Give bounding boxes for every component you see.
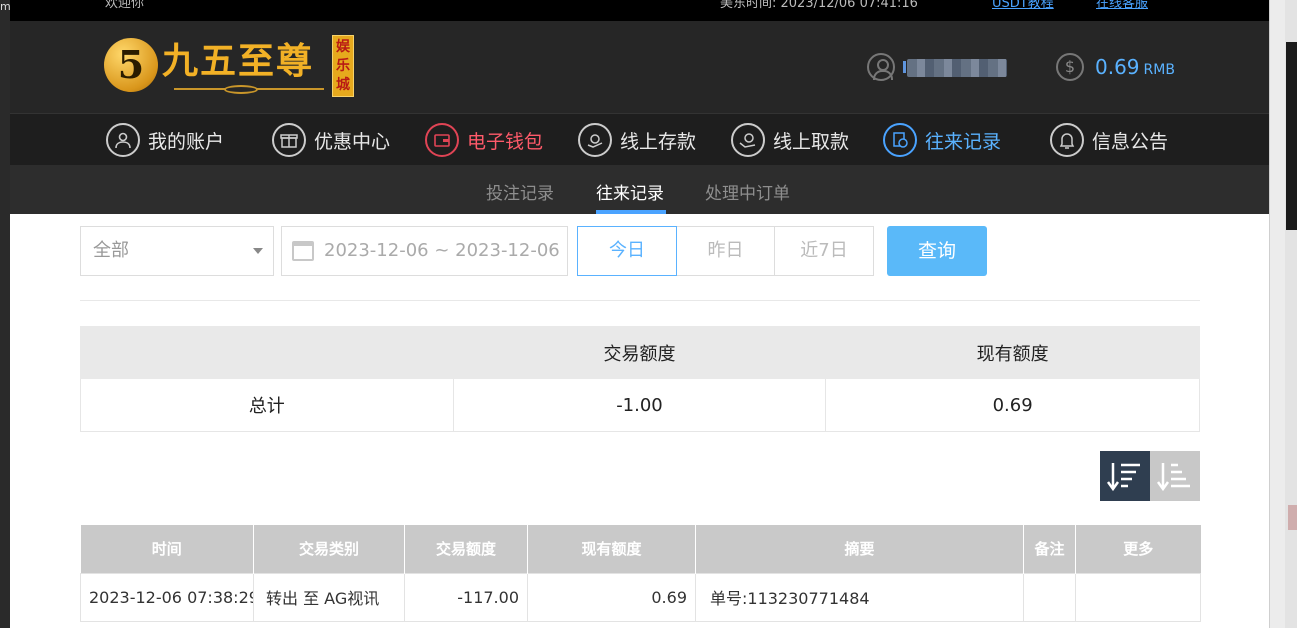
balance-display: 0.69 RMB [1095, 55, 1175, 79]
summary-header-amount: 交易额度 [452, 326, 827, 379]
welcome-text: 欢迎你 [105, 0, 145, 11]
active-tab-indicator [596, 210, 666, 214]
nav-transaction-records[interactable]: 往来记录 [883, 122, 1001, 158]
calendar-icon [292, 241, 314, 261]
nav-promotions[interactable]: 优惠中心 [272, 122, 390, 158]
balance-amount: 0.69 [1095, 55, 1140, 79]
sort-ascending-icon[interactable] [1150, 451, 1200, 501]
col-amount[interactable]: 交易额度 [404, 525, 528, 573]
summary-header-empty [80, 326, 454, 379]
logo-mark: 5 [104, 38, 158, 92]
tab-bet-records[interactable]: 投注记录 [486, 179, 554, 204]
summary-header-balance: 现有额度 [825, 326, 1200, 379]
sort-controls [1100, 451, 1200, 501]
withdraw-icon [731, 123, 765, 157]
cell-more[interactable] [1075, 572, 1201, 622]
wallet-icon [425, 123, 459, 157]
summary-table: 交易额度 现有额度 总计 -1.00 0.69 [80, 326, 1200, 432]
col-time[interactable]: 时间 [80, 525, 254, 573]
col-type[interactable]: 交易类别 [253, 525, 405, 573]
user-icon [106, 123, 140, 157]
last-7-days-button[interactable]: 近7日 [775, 226, 874, 276]
records-header-row: 时间 交易类别 交易额度 现有额度 摘要 备注 更多 [80, 525, 1201, 573]
summary-total-label: 总计 [80, 378, 454, 432]
tab-transaction-records[interactable]: 往来记录 [596, 179, 664, 204]
query-button[interactable]: 查询 [887, 226, 987, 276]
balance-unit: RMB [1143, 62, 1175, 78]
summary-total-balance: 0.69 [825, 378, 1200, 432]
gift-icon [272, 123, 306, 157]
cell-time: 2023-12-06 07:38:29 [80, 572, 254, 622]
records-table: 时间 交易类别 交易额度 现有额度 摘要 备注 更多 2023-12-06 07… [80, 525, 1201, 622]
server-time: 美东时间: 2023/12/06 07:41:16 [720, 0, 918, 11]
today-button[interactable]: 今日 [577, 226, 677, 276]
logo-name: 九五至尊 [162, 40, 315, 82]
site-logo[interactable]: 5 九五至尊 娱乐城 [104, 33, 354, 99]
nav-deposit[interactable]: 线上存款 [578, 122, 696, 158]
summary-total-amount: -1.00 [452, 378, 827, 432]
records-icon [883, 123, 917, 157]
date-range-picker[interactable]: 2023-12-06 ~ 2023-12-06 [281, 226, 568, 276]
usdt-tutorial-link[interactable]: USDT教程 [992, 0, 1054, 11]
col-balance[interactable]: 现有额度 [527, 525, 696, 573]
sort-descending-icon[interactable] [1100, 451, 1150, 501]
left-window-edge: m [0, 0, 11, 628]
col-more[interactable]: 更多 [1075, 525, 1201, 573]
divider [80, 300, 1200, 301]
right-window-edge [1269, 0, 1297, 628]
summary-total-row: 总计 -1.00 0.69 [80, 378, 1200, 432]
deposit-icon [578, 123, 612, 157]
nav-my-account[interactable]: 我的账户 [106, 122, 224, 158]
nav-announcements[interactable]: 信息公告 [1050, 122, 1168, 158]
cell-amount: -117.00 [404, 572, 528, 622]
cell-note [1023, 572, 1076, 622]
top-bar: 欢迎你 美东时间: 2023/12/06 07:41:16 USDT教程 在线客… [10, 0, 1269, 21]
online-support-link[interactable]: 在线客服 [1096, 0, 1148, 11]
cell-summary: 单号:113230771484 [695, 572, 1024, 622]
nav-withdraw[interactable]: 线上取款 [731, 122, 849, 158]
username-redacted [903, 59, 1007, 77]
site-header: 5 九五至尊 娱乐城 $ 0.69 RMB [10, 21, 1269, 113]
summary-header-row: 交易额度 现有额度 [80, 326, 1200, 379]
main-nav: 我的账户 优惠中心 电子钱包 线上存款 线上取款 往来记录 信息公告 [10, 113, 1269, 165]
sub-nav: 投注记录 往来记录 处理中订单 [10, 165, 1269, 214]
type-select[interactable]: 全部 [80, 226, 274, 276]
logo-badge: 娱乐城 [332, 35, 354, 97]
col-summary[interactable]: 摘要 [695, 525, 1024, 573]
nav-e-wallet[interactable]: 电子钱包 [425, 122, 543, 158]
dollar-icon: $ [1056, 53, 1084, 81]
bell-icon [1050, 123, 1084, 157]
cell-balance: 0.69 [527, 572, 696, 622]
user-icon[interactable] [867, 53, 895, 81]
tab-pending-orders[interactable]: 处理中订单 [705, 179, 790, 204]
caret-down-icon [253, 248, 263, 254]
cell-type: 转出 至 AG视讯 [253, 572, 405, 622]
table-row: 2023-12-06 07:38:29 转出 至 AG视讯 -117.00 0.… [80, 572, 1201, 622]
col-note[interactable]: 备注 [1023, 525, 1076, 573]
yesterday-button[interactable]: 昨日 [677, 226, 775, 276]
